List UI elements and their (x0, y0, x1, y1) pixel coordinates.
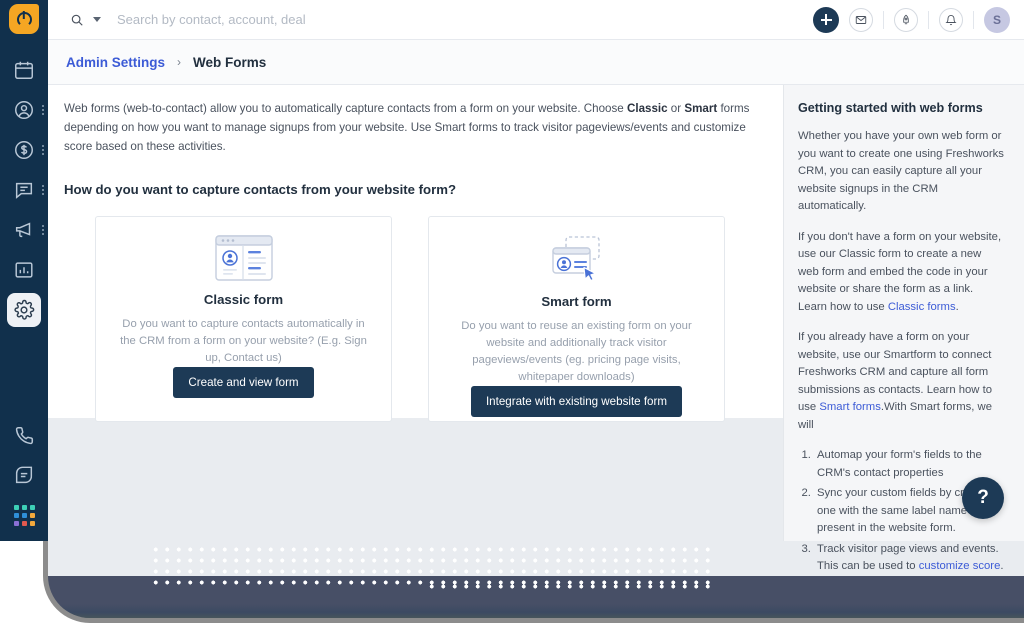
breadcrumb-current: Web Forms (193, 54, 267, 70)
search-input[interactable] (117, 12, 517, 27)
top-bar-actions: S (813, 6, 1010, 33)
bell-icon (945, 14, 957, 25)
panel-p2-suffix: . (955, 300, 959, 313)
sidebar-overflow-dots[interactable] (42, 145, 44, 155)
sidebar-bottom-items (0, 415, 48, 541)
panel-paragraph-1: Whether you have your own web form or yo… (798, 130, 1004, 212)
sidebar-overflow-dots[interactable] (42, 185, 44, 195)
sidebar-item-campaigns[interactable] (0, 210, 48, 250)
list-item-suffix: . (1000, 560, 1004, 572)
megaphone-icon (13, 219, 35, 241)
sidebar-item-reports[interactable] (0, 250, 48, 290)
smart-form-card[interactable]: Smart form Do you want to reuse an exist… (428, 216, 725, 423)
app-grid-dots (13, 504, 35, 526)
artifact-dot-grid (150, 544, 715, 586)
mail-button[interactable] (849, 7, 873, 32)
panel-paragraph-3: If you already have a form on your websi… (798, 329, 1004, 434)
intro-bold-classic: Classic (626, 102, 668, 115)
add-button[interactable] (813, 6, 839, 33)
notifications-button[interactable] (939, 7, 963, 32)
getting-started-panel: Getting started with web forms Whether y… (783, 85, 1024, 572)
intro-paragraph: Web forms (web-to-contact) allow you to … (64, 100, 767, 156)
search-icon[interactable] (70, 13, 84, 27)
panel-title: Getting started with web forms (798, 101, 983, 115)
page-question-title: How do you want to capture contacts from… (64, 182, 456, 198)
contact-circle-icon (13, 99, 35, 121)
form-type-cards: Classic form Do you want to capture cont… (95, 216, 783, 423)
calendar-icon (13, 59, 35, 81)
sidebar-overflow-dots[interactable] (42, 105, 44, 115)
classic-form-title: Classic form (203, 292, 284, 308)
help-button[interactable]: ? (962, 477, 1004, 519)
smart-form-title: Smart form (541, 294, 612, 310)
divider (973, 10, 974, 29)
intro-text-1: Web forms (web-to-contact) allow you to … (64, 102, 627, 115)
content-filler (48, 418, 783, 541)
list-item: Track visitor page views and events. Thi… (814, 541, 1004, 576)
intro-bold-smart: Smart (684, 102, 718, 115)
chat-bubble-icon (13, 179, 35, 201)
panel-paragraph-2: If you don't have a form on your website… (798, 229, 1004, 317)
classic-form-description: Do you want to capture contacts automati… (120, 318, 367, 365)
chevron-down-icon[interactable] (93, 17, 101, 22)
create-and-view-form-button[interactable]: Create and view form (173, 367, 314, 399)
app-grid-icon[interactable] (0, 495, 48, 535)
phone-icon (13, 424, 35, 446)
app-root: S Admin Settings › Web Forms Web forms (… (0, 0, 1024, 627)
note-leaf-icon (13, 464, 35, 486)
avatar[interactable]: S (984, 6, 1010, 33)
sidebar-overflow-dots[interactable] (42, 225, 44, 235)
divider (883, 10, 884, 29)
global-search (70, 12, 517, 27)
breadcrumb-separator-icon: › (177, 55, 182, 69)
gear-icon (13, 299, 35, 321)
classic-form-card[interactable]: Classic form Do you want to capture cont… (95, 216, 392, 423)
artifact-sheen (48, 604, 1024, 618)
customize-score-link[interactable]: customize score (919, 560, 1001, 572)
sidebar-item-conversations[interactable] (0, 170, 48, 210)
left-navigation-sidebar (0, 0, 48, 541)
dollar-circle-icon (13, 139, 35, 161)
top-bar: S (48, 0, 1024, 40)
sidebar-item-deals[interactable] (0, 130, 48, 170)
sidebar-item-admin-settings[interactable] (0, 290, 48, 330)
classic-forms-link[interactable]: Classic forms (888, 301, 956, 313)
freshworks-logo-icon[interactable] (9, 4, 39, 34)
bar-chart-icon (13, 259, 35, 281)
divider (928, 10, 929, 29)
artifact-dot-grid-row (426, 581, 716, 592)
rocket-icon (903, 14, 909, 24)
smart-forms-link[interactable]: Smart forms (819, 401, 881, 413)
sidebar-item-contacts[interactable] (0, 90, 48, 130)
browser-form-illustration (214, 235, 273, 282)
list-item: Automap your form's fields to the CRM's … (814, 447, 1004, 482)
intro-text-2: or (667, 102, 685, 115)
sidebar-item-notes[interactable] (0, 455, 48, 495)
smart-form-description: Do you want to reuse an existing form on… (461, 320, 692, 384)
integrate-with-existing-website-form-button[interactable]: Integrate with existing website form (470, 386, 683, 418)
smart-form-cursor-illustration (548, 235, 606, 283)
list-item-text: Automap your form's fields to the CRM's … (817, 449, 982, 479)
breadcrumb-parent-link[interactable]: Admin Settings (66, 55, 165, 70)
sidebar-item-phone[interactable] (0, 415, 48, 455)
envelope-icon (855, 15, 867, 24)
main-content: Web forms (web-to-contact) allow you to … (48, 85, 783, 423)
sidebar-item-calendar[interactable] (0, 50, 48, 90)
sidebar-primary-items (0, 50, 48, 330)
breadcrumb: Admin Settings › Web Forms (48, 40, 1024, 85)
rocket-button[interactable] (894, 7, 918, 32)
